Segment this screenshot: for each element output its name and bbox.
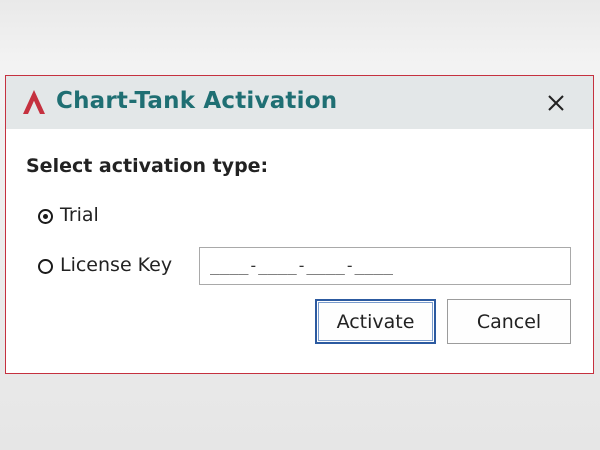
- radio-selected-dot: [43, 214, 48, 219]
- cancel-button[interactable]: Cancel: [447, 299, 571, 344]
- title-bar: Chart-Tank Activation: [6, 76, 593, 129]
- activate-button[interactable]: Activate: [315, 299, 436, 344]
- activation-dialog: Chart-Tank Activation Select activation …: [5, 75, 594, 374]
- close-icon[interactable]: [543, 90, 569, 116]
- dialog-title: Chart-Tank Activation: [56, 88, 338, 114]
- radio-license-key-circle[interactable]: [38, 259, 53, 274]
- radio-trial-circle[interactable]: [38, 209, 53, 224]
- chart-tank-logo-icon: [23, 90, 45, 114]
- activation-type-prompt: Select activation type:: [26, 155, 269, 177]
- license-key-input[interactable]: ____-____-____-____: [199, 247, 571, 285]
- radio-trial-label: Trial: [60, 204, 99, 226]
- radio-license-key-label: License Key: [60, 254, 173, 276]
